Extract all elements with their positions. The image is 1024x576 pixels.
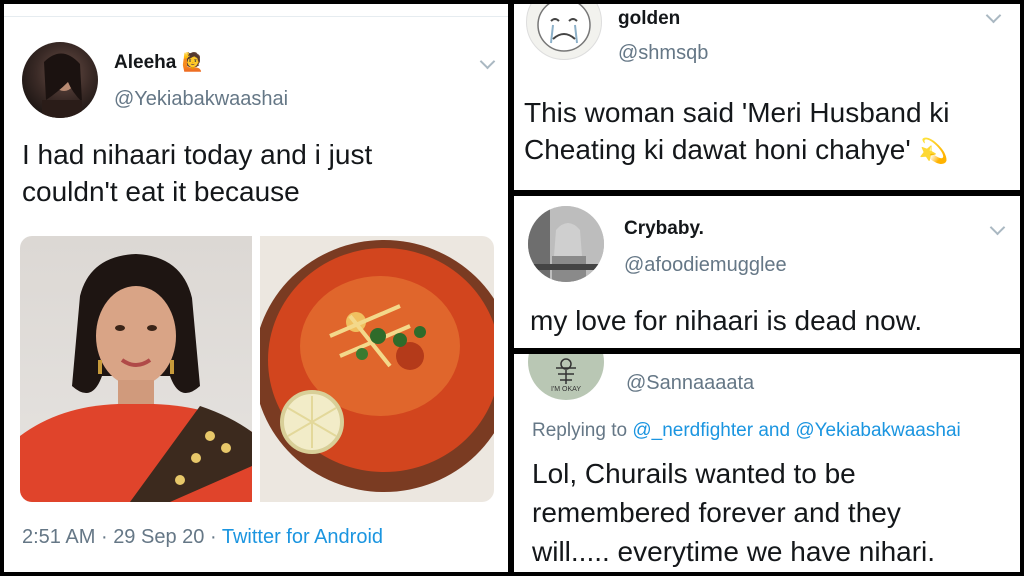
tweet-source-link[interactable]: Twitter for Android	[222, 526, 383, 548]
author-handle[interactable]: @afoodiemugglee	[624, 254, 787, 277]
tweet-meta: 2:51 AM · 29 Sep 20 · Twitter for Androi…	[22, 526, 383, 549]
author-name[interactable]: Crybaby.	[624, 218, 704, 240]
meta-separator: ·	[100, 526, 108, 548]
tweet-text-line: will..... everytime we have nihari.	[532, 536, 936, 567]
author-handle[interactable]: @Sannaaaata	[626, 372, 754, 395]
tweet-text: I had nihaari today and i just couldn't …	[22, 136, 372, 210]
tweet-time[interactable]: 2:51 AM	[22, 526, 95, 548]
raising-hand-emoji: 🙋	[181, 52, 205, 72]
chevron-down-icon[interactable]	[479, 53, 496, 70]
author-name[interactable]: golden	[618, 8, 680, 30]
main-tweet-panel: Aleeha 🙋 @Yekiabakwaashai I had nihaari …	[4, 4, 508, 572]
reply-user-link[interactable]: @Yekiabakwaashai	[795, 420, 960, 441]
tweet-photo-woman[interactable]	[20, 236, 252, 502]
chevron-down-icon[interactable]	[985, 7, 1002, 24]
tweet-text: Lol, Churails wanted to be remembered fo…	[532, 454, 935, 571]
author-handle[interactable]: @Yekiabakwaashai	[114, 88, 288, 111]
tweet-text-line: Lol, Churails wanted to be	[532, 458, 856, 489]
reply-user-link[interactable]: @_nerdfighter	[632, 420, 753, 441]
golden-tweet-panel: golden @shmsqb This woman said 'Meri Hus…	[514, 4, 1020, 190]
tweet-text-line: This woman said 'Meri Husband ki	[524, 97, 950, 128]
author-name-text: Aleeha	[114, 52, 177, 73]
tweet-text: This woman said 'Meri Husband ki Cheatin…	[524, 94, 950, 170]
skeleton-icon	[556, 358, 576, 384]
golden-avatar[interactable]	[526, 4, 602, 60]
nihari-bowl-icon	[260, 240, 494, 492]
crybaby-tweet-panel: Crybaby. @afoodiemugglee my love for nih…	[514, 196, 1020, 348]
tweet-text-line: couldn't eat it because	[22, 176, 300, 207]
sanna-tweet-panel: I'M OKAY @Sannaaaata Replying to @_nerdf…	[514, 354, 1020, 572]
crying-face-icon	[537, 4, 591, 52]
sanna-avatar[interactable]: I'M OKAY	[528, 354, 604, 400]
woman-portrait-icon	[20, 254, 252, 502]
replying-to: Replying to @_nerdfighter and @Yekiabakw…	[532, 420, 961, 442]
dizzy-star-emoji: 💫	[918, 138, 949, 165]
tweet-text: my love for nihaari is dead now.	[530, 305, 923, 336]
tweet-text-line: Cheating ki dawat honi chahye'	[524, 134, 911, 165]
tweet-date[interactable]: 29 Sep 20	[113, 526, 204, 548]
chevron-down-icon[interactable]	[989, 219, 1006, 236]
aleeha-avatar[interactable]	[22, 42, 98, 118]
top-divider	[4, 16, 508, 17]
reply-and: and	[758, 420, 791, 441]
replying-prefix: Replying to	[532, 420, 628, 441]
tweet-text-line: remembered forever and they	[532, 497, 901, 528]
tweet-photo-nihari[interactable]	[260, 236, 494, 502]
author-handle[interactable]: @shmsqb	[618, 42, 708, 65]
avatar-caption: I'M OKAY	[551, 386, 581, 393]
author-name[interactable]: Aleeha 🙋	[114, 52, 204, 74]
avatar-portrait-icon	[42, 53, 82, 118]
avatar-portrait-icon	[528, 206, 604, 282]
crybaby-avatar[interactable]	[528, 206, 604, 282]
tweet-text-line: I had nihaari today and i just	[22, 139, 373, 170]
meta-separator: ·	[209, 526, 217, 548]
